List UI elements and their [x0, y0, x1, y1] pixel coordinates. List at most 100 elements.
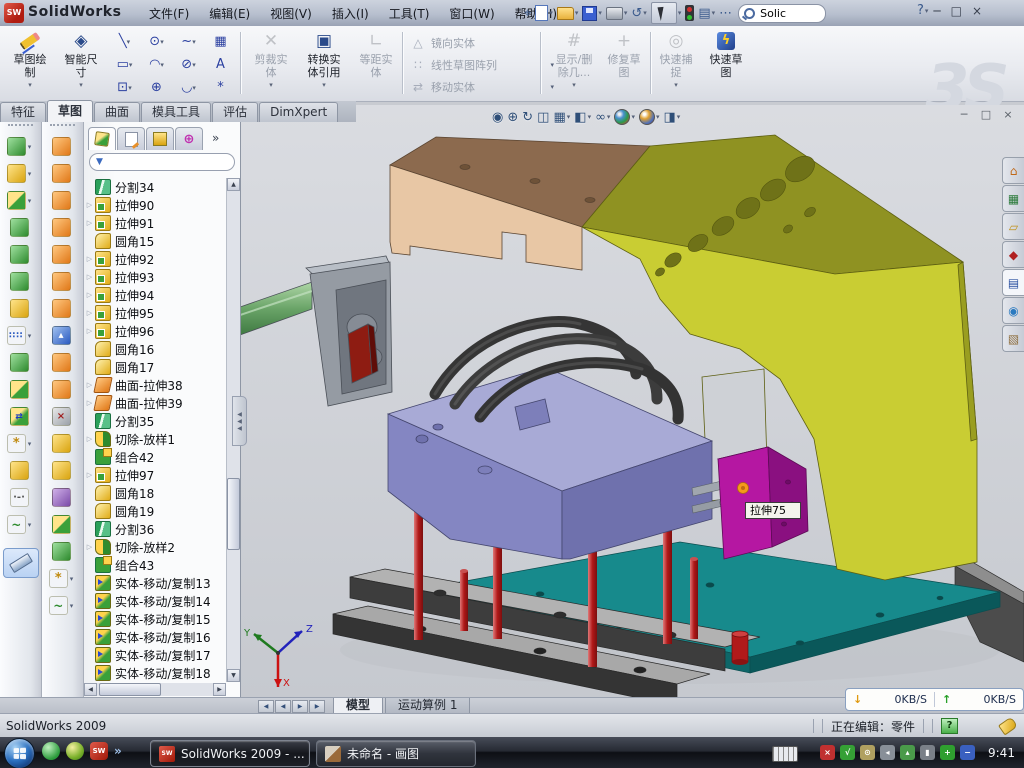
spline-icon[interactable]: ~▾ [174, 31, 203, 52]
save-icon[interactable]: ▾ [581, 2, 603, 24]
boundary-surface-button[interactable] [42, 214, 80, 241]
launch-media-icon[interactable] [66, 742, 84, 760]
convert-entities-button[interactable]: ▣转换实体引用▾ [298, 29, 350, 97]
line-icon[interactable]: ╲▾ [110, 31, 139, 52]
rapid-sketch-button[interactable]: ϟ快速草图 [702, 29, 750, 97]
zoom-fit-icon[interactable]: ◉ [492, 110, 503, 125]
sketch-button-dropdown-icon[interactable]: ▾ [28, 81, 32, 89]
quick-snaps-button-dropdown-icon[interactable]: ▾ [674, 81, 678, 89]
smart-dimension-button-dropdown-icon[interactable]: ▾ [79, 81, 83, 89]
smart-dimension-button[interactable]: ◈智能尺寸▾ [58, 29, 104, 97]
open-icon[interactable]: ▾ [556, 2, 580, 24]
linear-sketch-pattern-button[interactable]: ∷线性草图阵列▾ [410, 55, 560, 75]
sheet-nav-3[interactable]: ▶ [309, 700, 325, 713]
sketch-text-icon[interactable]: A [206, 54, 235, 75]
mirror-entities-button[interactable]: △镜向实体 [410, 33, 560, 53]
fillet-button[interactable]: ▾ [0, 187, 38, 214]
plane-button[interactable] [0, 457, 38, 484]
offset-entities-button[interactable]: ∟等距实体 [354, 29, 398, 97]
graphics-viewport[interactable]: Y Z X ◉⊕↻◫▦▾◧▾∞▾▾▾◨▾ ─ □ × ⌂▦▱◆▤◉▧ 拉伸75 [240, 105, 1024, 697]
menu-item-3[interactable]: 插入(I) [323, 2, 378, 25]
boundary-boss-button[interactable] [0, 268, 38, 295]
replace-face-button[interactable] [42, 430, 80, 457]
revolved-surface-button[interactable] [42, 160, 80, 187]
menu-item-2[interactable]: 视图(V) [261, 2, 321, 25]
linear-pattern-button[interactable]: ∷∷▾ [0, 322, 38, 349]
offset-surface-button[interactable] [42, 349, 80, 376]
radiate-surface-button[interactable] [42, 376, 80, 403]
tree-item[interactable]: 实体-移动/复制13 [84, 574, 226, 592]
scroll-down-button[interactable]: ▼ [227, 669, 240, 682]
tree-item[interactable]: ▷拉伸97 [84, 466, 226, 484]
tree-item[interactable]: 圆角18 [84, 484, 226, 502]
reference-geometry-button[interactable]: *▾ [0, 430, 38, 457]
display-style-icon[interactable]: ◧▾ [574, 110, 591, 125]
trim-entities-button[interactable]: ✕剪裁实体▾ [248, 29, 294, 97]
trim-entities-button-dropdown-icon[interactable]: ▾ [269, 81, 273, 89]
network-tray-icon[interactable]: ▮ [920, 745, 935, 760]
restore-button[interactable]: □ [946, 4, 967, 18]
sheet-nav-2[interactable]: ▶ [292, 700, 308, 713]
new-document-icon[interactable]: ▾ [534, 2, 554, 24]
taskbar-button-1[interactable]: 未命名 - 画图 [316, 740, 476, 767]
pushpin-icon[interactable]: ⌖ [523, 2, 532, 24]
select-icon[interactable]: ▾ [650, 2, 683, 24]
tree-item[interactable]: 圆角15 [84, 232, 226, 250]
file-explorer-tab[interactable]: ▤ [1002, 269, 1024, 296]
ellipse-icon[interactable]: ⊘▾ [174, 54, 203, 75]
tree-item[interactable]: 实体-移动/复制16 [84, 628, 226, 646]
reference-geometry-button[interactable]: *▾ [42, 565, 80, 592]
curve-button[interactable]: ~▾ [0, 511, 38, 538]
selection-filter-icon[interactable]: ⋯ [718, 2, 733, 24]
sync-tray-icon[interactable]: − [960, 745, 975, 760]
tree-item[interactable]: 圆角19 [84, 502, 226, 520]
curve-button[interactable]: ~▾ [42, 592, 80, 619]
launch-solidworks-icon[interactable]: SW [90, 742, 108, 760]
tree-item[interactable]: ▷切除-放样2 [84, 538, 226, 556]
doc-restore-button[interactable]: □ [978, 108, 994, 121]
quick-snaps-button[interactable]: ◎快速捕捉▾ [654, 29, 698, 97]
swept-surface-button[interactable] [42, 133, 80, 160]
sketch-fillet-icon[interactable]: ◡▾ [174, 77, 203, 98]
menu-item-1[interactable]: 编辑(E) [200, 2, 259, 25]
quick-tips-button[interactable]: ? [941, 718, 958, 734]
keyboard-layout-icon[interactable] [772, 746, 798, 762]
circle-icon[interactable]: ⊙▾ [142, 31, 171, 52]
configuration-manager-tab[interactable] [146, 127, 174, 150]
extruded-boss-button[interactable]: ▾ [0, 133, 38, 160]
thicken-button[interactable] [42, 538, 80, 565]
red-cylinder[interactable] [732, 631, 748, 665]
apply-scene-icon[interactable]: ▾ [614, 109, 635, 125]
lofted-boss-button[interactable] [0, 241, 38, 268]
design-checker-icon[interactable]: ▤▾ [697, 2, 716, 24]
swept-boss-button[interactable] [0, 214, 38, 241]
section-view-icon[interactable]: ◫ [537, 110, 549, 125]
sheet-nav-1[interactable]: ◀ [275, 700, 291, 713]
scroll-up-button[interactable]: ▲ [227, 178, 240, 191]
extruded-cut-button[interactable]: ▾ [0, 160, 38, 187]
sheet-nav-0[interactable]: ◀ [258, 700, 274, 713]
scroll-left-button[interactable]: ◀ [84, 683, 97, 696]
resources-tab[interactable]: ▦ [1002, 185, 1024, 212]
scroll-right-button[interactable]: ▶ [213, 683, 226, 696]
filled-surface-button[interactable] [42, 268, 80, 295]
tree-item[interactable]: 圆角17 [84, 358, 226, 376]
zoom-area-icon[interactable]: ⊕ [507, 110, 518, 125]
tab-评估[interactable]: 评估 [212, 102, 258, 122]
tree-item[interactable]: ▷拉伸93 [84, 268, 226, 286]
tab-DimXpert[interactable]: DimXpert [259, 102, 338, 122]
doc-tab-模型[interactable]: 模型 [333, 698, 383, 714]
search-input[interactable] [758, 6, 806, 21]
tree-item[interactable]: 圆角16 [84, 340, 226, 358]
shell-button[interactable] [0, 349, 38, 376]
sketch-button[interactable]: 草图绘制▾ [6, 29, 54, 97]
tree-horizontal-scrollbar[interactable]: ◀ ▶ [84, 683, 226, 696]
tree-item[interactable]: 分割34 [84, 178, 226, 196]
home-tab[interactable]: ⌂ [1002, 157, 1024, 184]
arc-icon[interactable]: ◠▾ [142, 54, 171, 75]
horizontal-scroll-thumb[interactable] [99, 683, 161, 696]
edit-appearance-icon[interactable]: ◨▾ [663, 110, 680, 125]
trim-surface-button[interactable] [42, 484, 80, 511]
tree-item[interactable]: 组合42 [84, 448, 226, 466]
tree-item[interactable]: ▷曲面-拉伸39 [84, 394, 226, 412]
